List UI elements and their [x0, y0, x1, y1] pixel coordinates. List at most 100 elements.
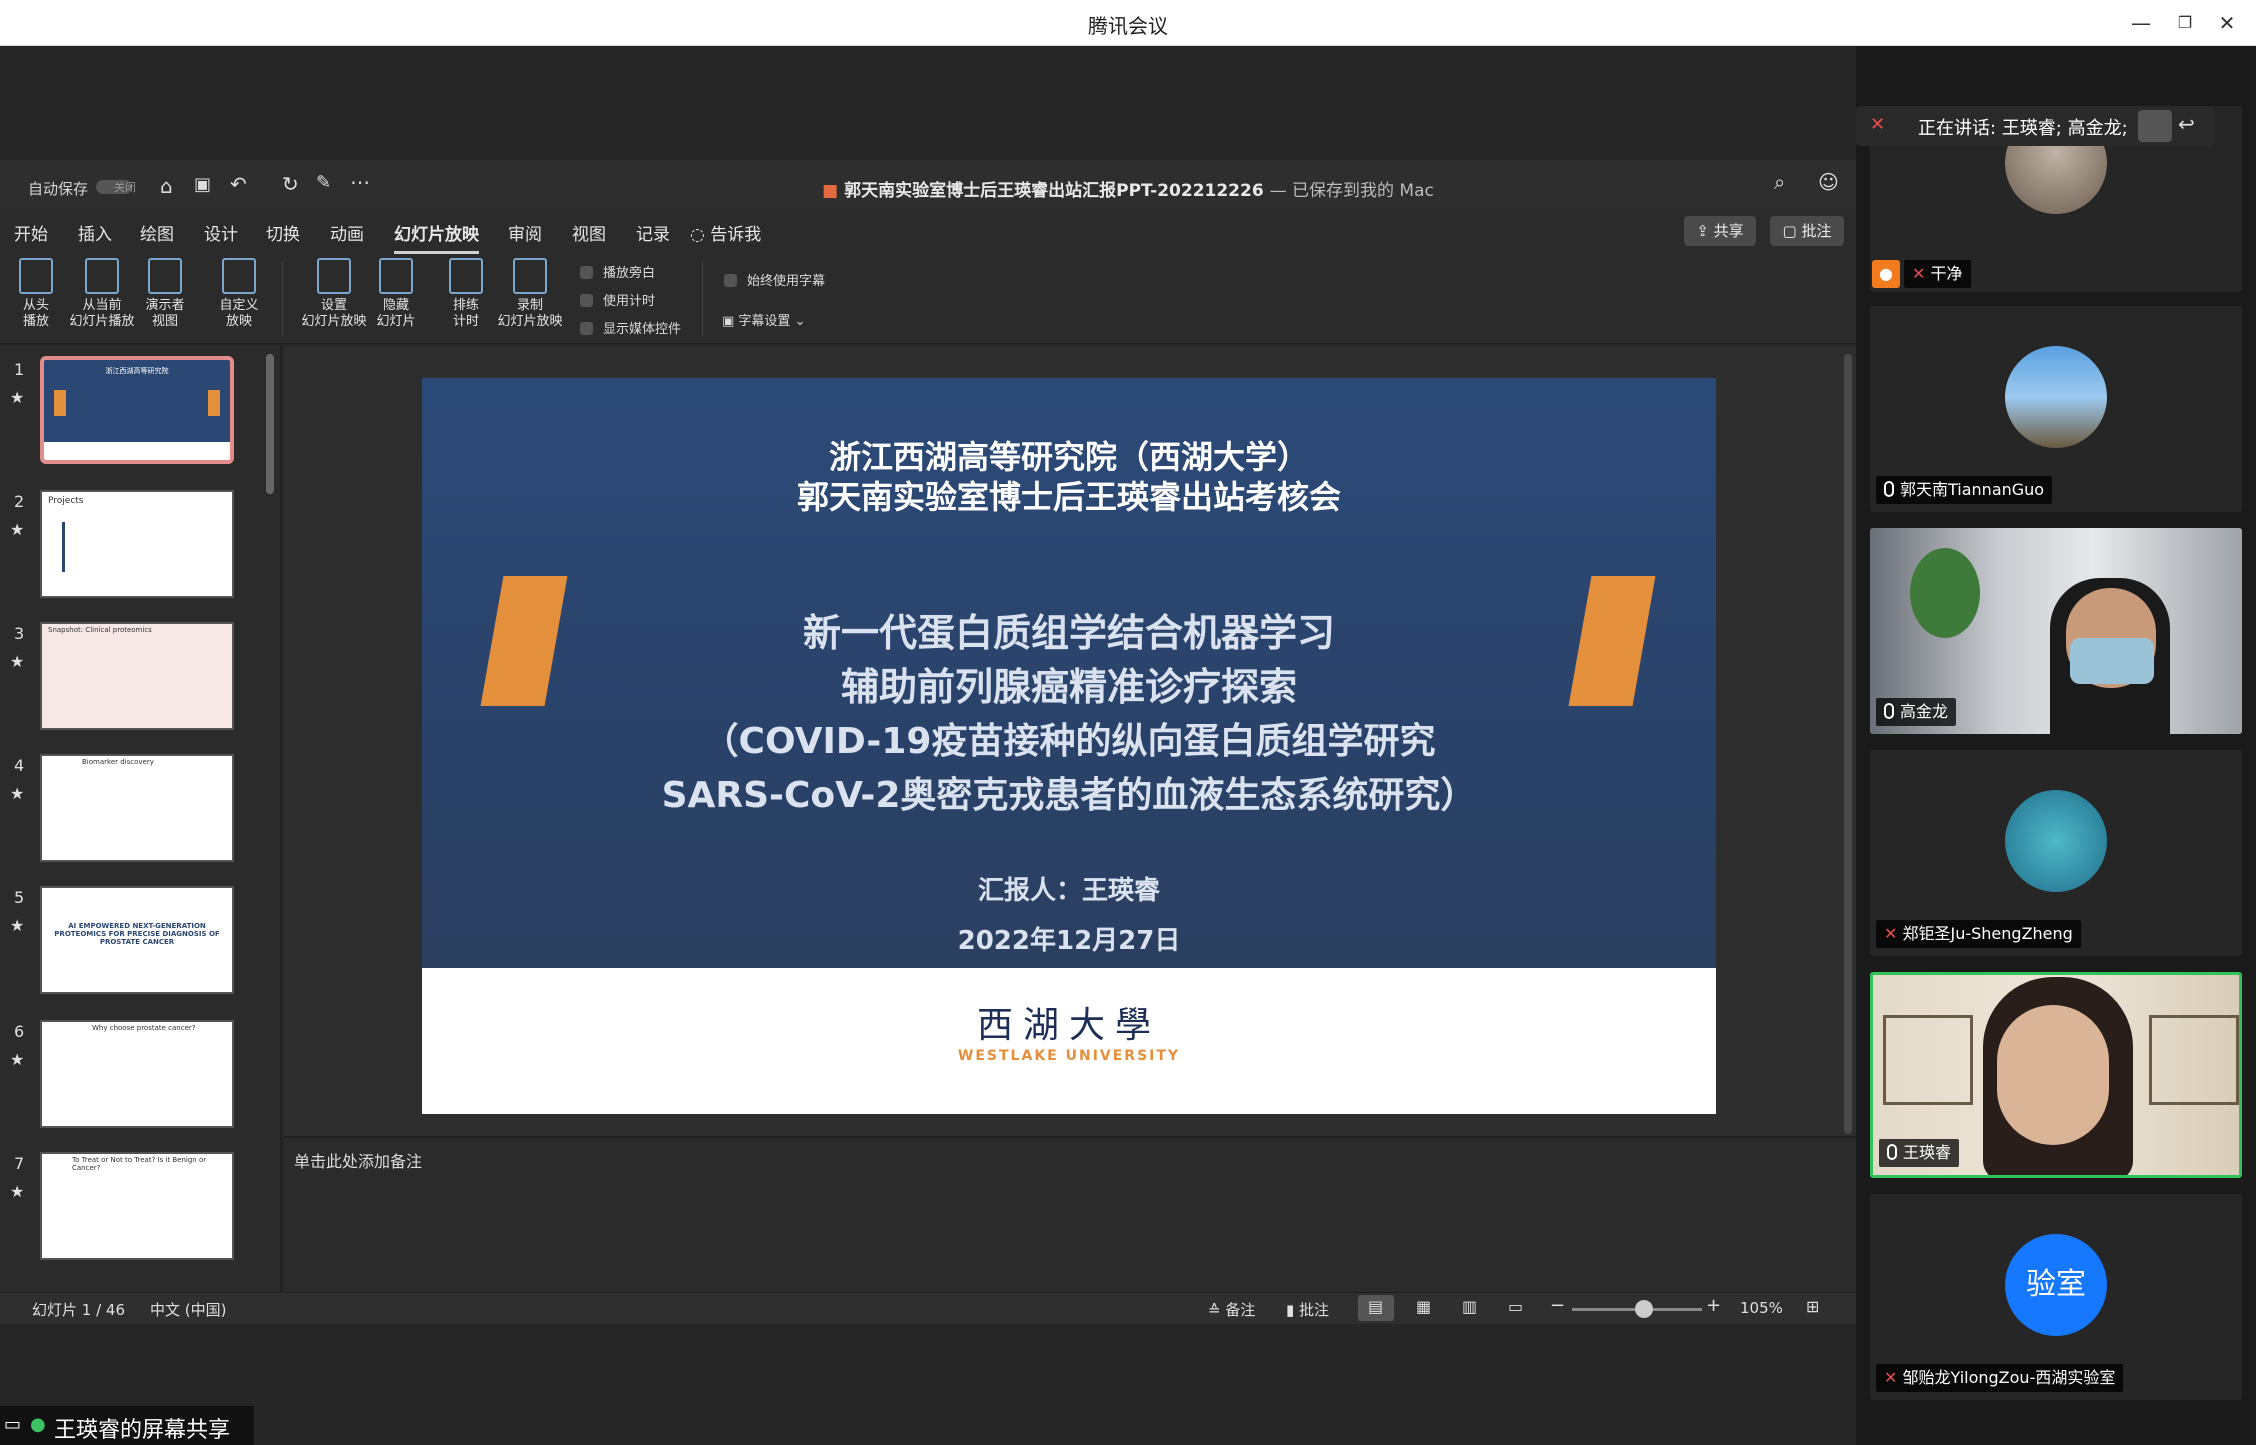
- notes-toggle[interactable]: ≙ 备注: [1208, 1299, 1255, 1320]
- participant-name: 高金龙: [1876, 698, 1957, 726]
- tab-home[interactable]: 开始: [14, 220, 48, 245]
- tab-record[interactable]: 记录: [636, 220, 670, 245]
- label: 录制: [516, 298, 543, 313]
- reading-view-icon[interactable]: ▥: [1462, 1297, 1477, 1316]
- setup-slideshow-button[interactable]: 设置 幻灯片放映: [296, 258, 372, 330]
- custom-show-button[interactable]: 自定义 放映: [214, 258, 264, 330]
- tell-me-search[interactable]: ◌ 告诉我: [690, 220, 761, 245]
- share-button[interactable]: ⇪ 共享: [1684, 216, 1756, 246]
- tab-slideshow[interactable]: 幻灯片放映: [394, 220, 479, 254]
- slide-date: 2022年12月27日: [957, 926, 1181, 956]
- editor-scrollbar[interactable]: [1844, 354, 1852, 1134]
- mic-muted-icon: ✕: [1870, 114, 1886, 135]
- thumb-decor: [208, 390, 220, 416]
- fit-slide-icon[interactable]: ⊞: [1806, 1297, 1819, 1316]
- rehearse-timings-button[interactable]: 排练 计时: [446, 258, 486, 330]
- comment-button[interactable]: ▢ 批注: [1770, 216, 1844, 246]
- label: 自定义: [219, 298, 259, 313]
- restore-icon[interactable]: ❐: [2170, 8, 2200, 38]
- ppt-status-bar: 幻灯片 1 / 46 中文 (中国) ≙ 备注 ▮ 批注 ▤ ▦ ▥ ▭ − +…: [0, 1292, 1856, 1324]
- minimize-icon[interactable]: —: [2126, 8, 2156, 38]
- label: 隐藏: [382, 298, 409, 313]
- thumb-footer: [44, 442, 230, 460]
- thumb-number: 6: [14, 1022, 25, 1041]
- thumbnail-slide-5[interactable]: AI EMPOWERED NEXT-GENERATION PROTEOMICS …: [40, 886, 234, 994]
- always-use-subtitles-checkbox[interactable]: 始终使用字幕: [724, 270, 825, 289]
- play-from-current-button[interactable]: 从当前 幻灯片播放: [64, 258, 140, 330]
- tab-insert[interactable]: 插入: [78, 220, 112, 245]
- mic-icon: [1884, 481, 1894, 497]
- record-slideshow-button[interactable]: 录制 幻灯片放映: [494, 258, 566, 330]
- speaking-text: 正在讲话: 王瑛睿; 高金龙;: [1918, 118, 2128, 139]
- show-media-controls-checkbox[interactable]: 显示媒体控件: [580, 318, 681, 337]
- participant-name: 郭天南TiannanGuo: [1876, 476, 2053, 504]
- face-mask: [2070, 638, 2154, 684]
- zoom-level[interactable]: 105%: [1740, 1299, 1783, 1317]
- participant-card-4[interactable]: ✕ 郑钜圣Ju-ShengZheng: [1870, 750, 2242, 956]
- play-from-start-button[interactable]: 从头 播放: [14, 258, 58, 330]
- speaking-indicator: ✕ 正在讲话: 王瑛睿; 高金龙; ↩: [1856, 106, 2214, 146]
- label: 播放旁白: [603, 266, 656, 281]
- mic-muted-icon: ✕: [1912, 264, 1931, 283]
- zoom-in-icon[interactable]: +: [1706, 1295, 1721, 1316]
- thumb-number: 1: [14, 360, 25, 379]
- hide-slide-button[interactable]: 隐藏 幻灯片: [374, 258, 418, 330]
- zoom-out-icon[interactable]: −: [1550, 1295, 1565, 1316]
- participant-card-6[interactable]: 验室 ✕ 邹贻龙YilongZou-西湖实验室: [1870, 1194, 2242, 1400]
- zoom-slider-knob[interactable]: [1634, 1300, 1653, 1318]
- tab-transitions[interactable]: 切换: [266, 220, 300, 245]
- thumb-number: 5: [14, 888, 25, 907]
- name-text: 郭天南TiannanGuo: [1900, 480, 2045, 499]
- slideshow-view-icon[interactable]: ▭: [1508, 1297, 1523, 1316]
- thumb-caption: Projects: [48, 496, 84, 506]
- use-timings-checkbox[interactable]: 使用计时: [580, 290, 655, 309]
- star-icon: ★: [10, 1182, 25, 1201]
- normal-view-icon: ▤: [1368, 1297, 1384, 1316]
- thumbnail-slide-3[interactable]: Snapshot: Clinical proteomics: [40, 622, 234, 730]
- thumb-number: 4: [14, 756, 25, 775]
- slide-meeting: 郭天南实验室博士后王瑛睿出站考核会: [796, 478, 1341, 516]
- label: 计时: [452, 314, 479, 329]
- tab-review[interactable]: 审阅: [508, 220, 542, 245]
- tab-design[interactable]: 设计: [204, 220, 238, 245]
- participant-card-5[interactable]: 王瑛睿: [1870, 972, 2242, 1178]
- participant-card-3[interactable]: 高金龙: [1870, 528, 2242, 734]
- current-slide[interactable]: 浙江西湖高等研究院（西湖大学） 郭天南实验室博士后王瑛睿出站考核会 新一代蛋白质…: [422, 378, 1716, 1114]
- avatar: 验室: [2005, 1234, 2107, 1336]
- notes-pane[interactable]: 单击此处添加备注: [284, 1136, 1856, 1292]
- subtitle-settings-dropdown[interactable]: ▣ 字幕设置 ⌄: [722, 310, 805, 329]
- thumbnail-slide-6[interactable]: Why choose prostate cancer?: [40, 1020, 234, 1128]
- label: 排练: [452, 298, 479, 313]
- slide-sorter-icon[interactable]: ▦: [1416, 1297, 1431, 1316]
- language-indicator[interactable]: 中文 (中国): [150, 1299, 226, 1320]
- westlake-logo-cn: 西湖大學: [976, 1005, 1161, 1046]
- window-titlebar: 腾讯会议 — ❐ ✕: [0, 0, 2256, 46]
- thumbnail-scrollbar[interactable]: [266, 354, 274, 494]
- close-icon[interactable]: ✕: [2212, 8, 2242, 38]
- checkbox-box: [580, 266, 593, 279]
- presenter-view-button[interactable]: 演示者 视图: [140, 258, 190, 330]
- label: 幻灯片放映: [301, 314, 367, 329]
- tab-animations[interactable]: 动画: [330, 220, 364, 245]
- comments-toggle[interactable]: ▮ 批注: [1286, 1299, 1329, 1320]
- thumbnail-slide-1[interactable]: 浙江西湖高等研究院: [40, 356, 234, 464]
- thumbnail-slide-7[interactable]: To Treat or Not to Treat? Is it Benign o…: [40, 1152, 234, 1260]
- play-narration-checkbox[interactable]: 播放旁白: [580, 262, 655, 281]
- slide-thumbnails-pane[interactable]: 1 ★ 浙江西湖高等研究院 2 ★ Projects 3 ★ Snapshot:…: [0, 346, 282, 1292]
- thumbnail-slide-2[interactable]: Projects: [40, 490, 234, 598]
- name-text: 郑钜圣Ju-ShengZheng: [1902, 924, 2073, 943]
- label: 幻灯片: [376, 314, 416, 329]
- participant-card-2[interactable]: 郭天南TiannanGuo: [1870, 306, 2242, 512]
- participant-name: ✕ 干净: [1904, 260, 1971, 288]
- shelf-right: [2149, 1015, 2239, 1105]
- label: 幻灯片放映: [497, 314, 563, 329]
- name-text: 高金龙: [1900, 702, 1949, 721]
- subtitle-icon: ▣: [722, 314, 739, 329]
- tab-view[interactable]: 视图: [572, 220, 606, 245]
- thumb-number: 2: [14, 492, 25, 511]
- setup-slideshow-icon: [317, 258, 351, 294]
- ribbon-divider: [282, 262, 283, 336]
- back-icon[interactable]: ↩: [2178, 112, 2195, 136]
- tab-draw[interactable]: 绘图: [140, 220, 174, 245]
- thumbnail-slide-4[interactable]: Biomarker discovery: [40, 754, 234, 862]
